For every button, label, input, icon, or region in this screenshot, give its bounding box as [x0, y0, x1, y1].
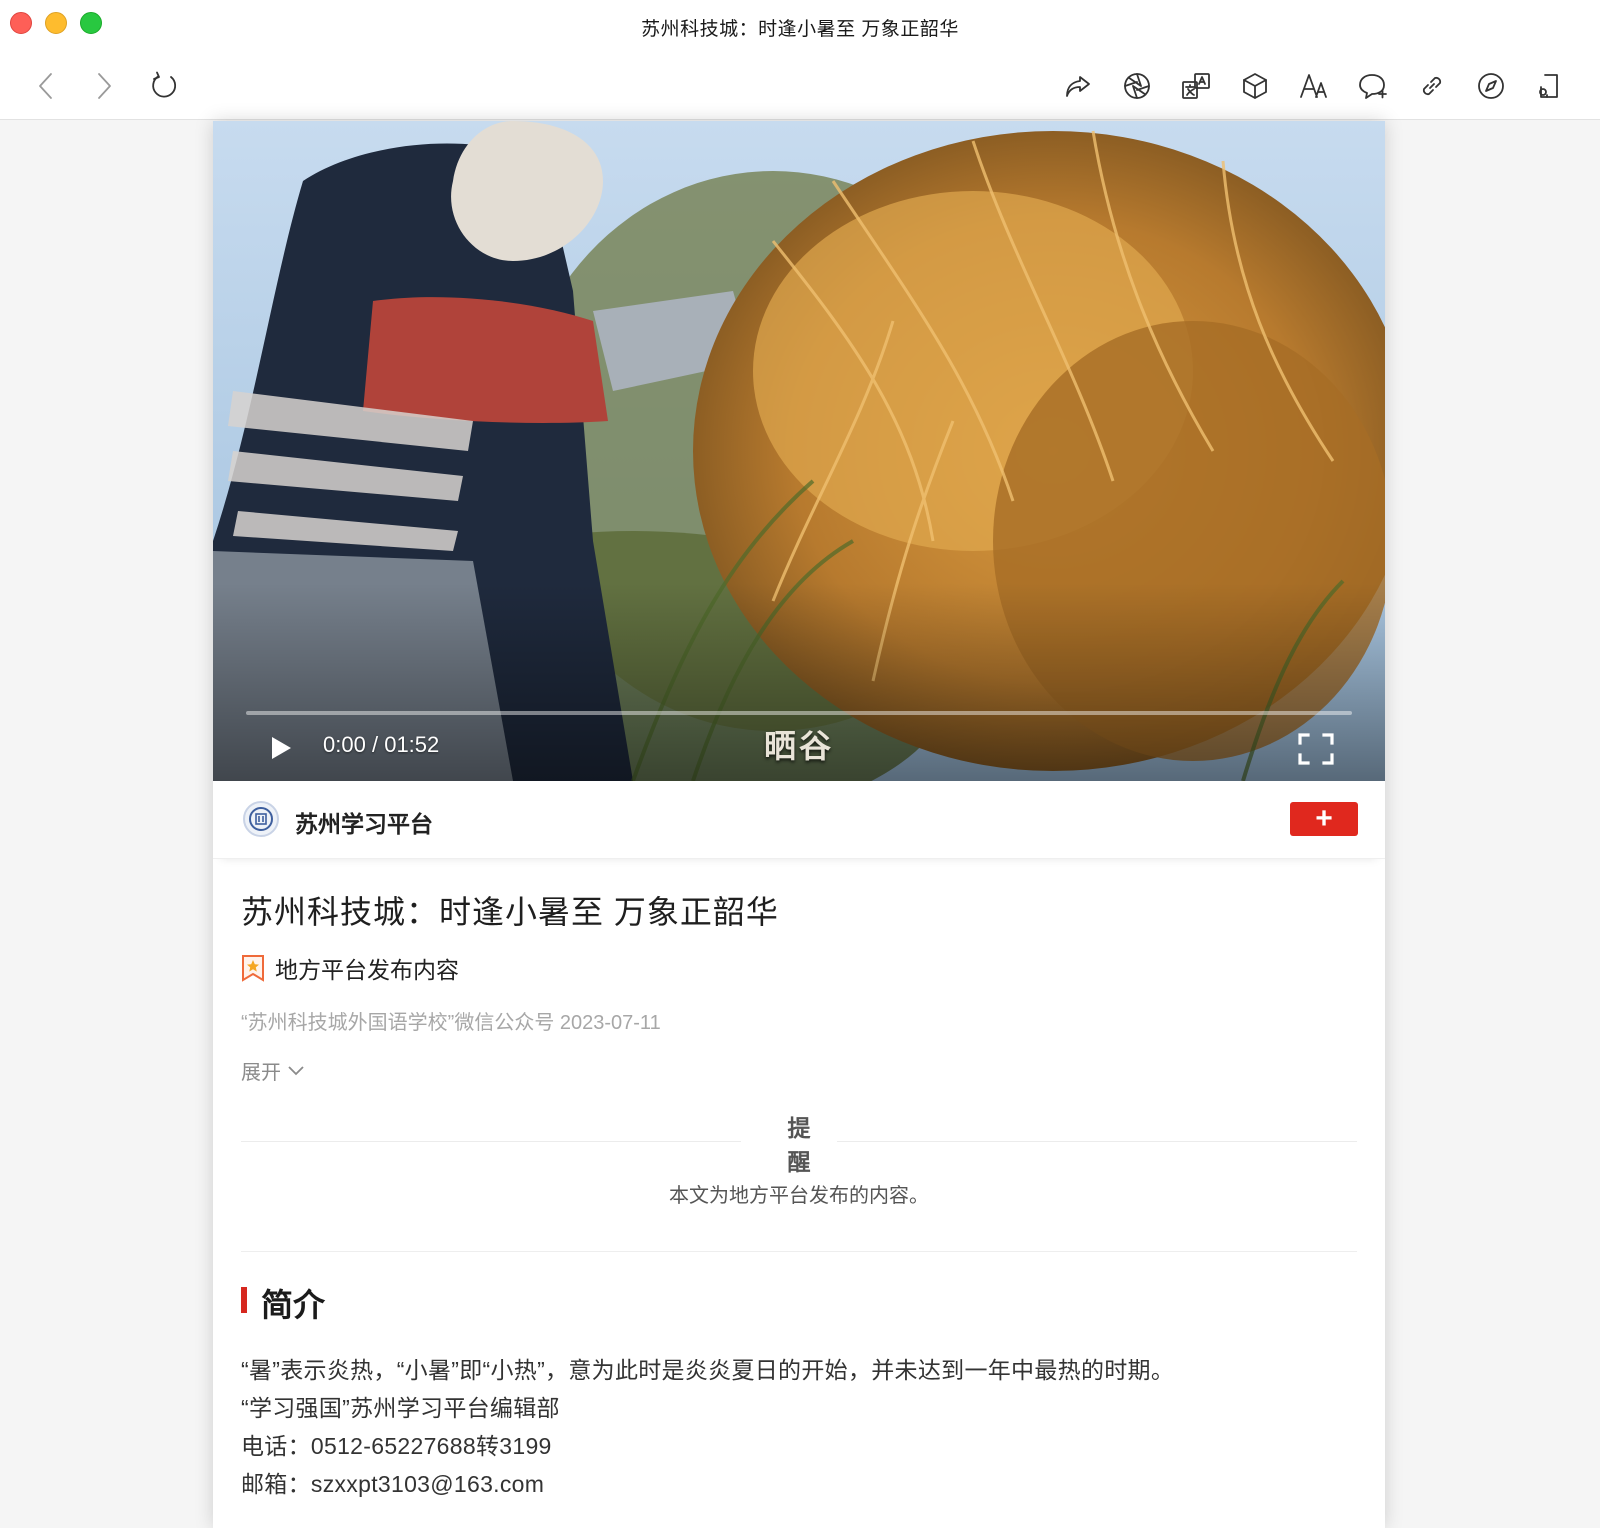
chevron-right-icon — [98, 73, 111, 99]
device-button[interactable] — [1528, 64, 1572, 108]
compass-button[interactable] — [1469, 64, 1513, 108]
back-button[interactable] — [26, 66, 66, 106]
window-title: 苏州科技城：时逢小暑至 万象正韶华 — [641, 19, 959, 40]
source-badge-label: 地方平台发布内容 — [275, 957, 459, 983]
video-subtitle: 晒谷 — [763, 727, 834, 765]
source-badge: 地方平台发布内容 — [241, 951, 459, 985]
emblem-icon — [249, 807, 273, 831]
bookmark-star-icon — [242, 955, 264, 982]
video-player[interactable]: 0:00 / 01:52 晒谷 — [213, 121, 1385, 781]
share-icon — [1066, 76, 1090, 97]
aperture-button[interactable] — [1115, 64, 1159, 108]
section-divider — [241, 1251, 1357, 1252]
translate-icon — [1182, 73, 1210, 99]
device-icon — [1539, 74, 1558, 98]
cube-icon — [1243, 73, 1267, 99]
section-accent-bar — [241, 1287, 247, 1313]
channel-bar: 苏州学习平台 + — [213, 781, 1385, 859]
notice-body: 本文为地方平台发布的内容。 — [669, 1185, 929, 1207]
forward-button[interactable] — [84, 66, 124, 106]
intro-section-title: 简介 — [261, 1287, 326, 1323]
article-title: 苏州科技城：时逢小暑至 万象正韶华 — [241, 894, 779, 930]
intro-line[interactable]: 邮箱：szxxpt3103@163.com — [241, 1465, 544, 1499]
plus-icon: + — [1315, 802, 1333, 835]
font-size-button[interactable] — [1292, 64, 1336, 108]
reload-button[interactable] — [144, 66, 184, 106]
font-size-icon — [1300, 74, 1327, 98]
notice-title-line1: 提 — [787, 1115, 811, 1141]
channel-name[interactable]: 苏州学习平台 — [295, 805, 433, 839]
channel-logo[interactable] — [243, 801, 279, 837]
chevron-left-icon — [39, 73, 52, 99]
browser-titlebar: 苏州科技城：时逢小暑至 万象正韶华 — [0, 0, 1600, 120]
expand-toggle[interactable]: 展开 — [241, 1056, 305, 1085]
intro-line: 电话：0512-65227688转3199 — [241, 1433, 552, 1459]
cube-button[interactable] — [1233, 64, 1277, 108]
article-page: 0:00 / 01:52 晒谷 苏州学习平台 + 苏州科技城：时逢小暑至 万象正… — [213, 121, 1385, 1528]
video-frame — [213, 121, 1385, 781]
notice-title-line2: 醒 — [787, 1149, 811, 1175]
link-button[interactable] — [1410, 64, 1454, 108]
intro-line: “暑”表示炎热，“小暑”即“小热”，意为此时是炎炎夏日的开始，并未达到一年中最热… — [241, 1357, 1175, 1383]
comment-button[interactable] — [1351, 64, 1395, 108]
chevron-down-icon — [288, 1065, 304, 1075]
reload-icon — [152, 71, 176, 98]
comment-icon — [1359, 74, 1387, 99]
share-button[interactable] — [1056, 64, 1100, 108]
compass-icon — [1478, 73, 1504, 99]
expand-label: 展开 — [241, 1062, 281, 1084]
notice-title: 提 醒 — [213, 1111, 1385, 1179]
video-progress-bar[interactable] — [246, 711, 1352, 715]
article-meta: “苏州科技城外国语学校”微信公众号 2023-07-11 — [241, 1012, 661, 1034]
link-icon — [1422, 76, 1442, 96]
aperture-icon — [1124, 73, 1150, 99]
intro-line: “学习强国”苏州学习平台编辑部 — [241, 1395, 560, 1421]
fullscreen-icon[interactable] — [1296, 731, 1336, 767]
subscribe-button[interactable]: + — [1290, 802, 1358, 836]
translate-button[interactable] — [1174, 64, 1218, 108]
